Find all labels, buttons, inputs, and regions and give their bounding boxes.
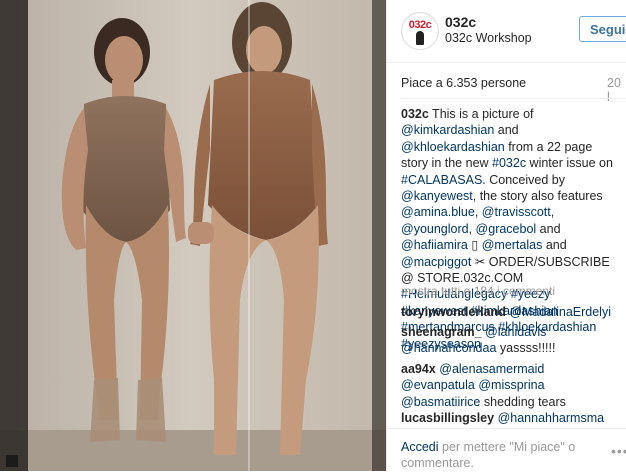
mention-link[interactable]: @gracebol [476,222,537,236]
follow-button[interactable]: Segui [579,16,626,42]
caption-text: , [468,221,476,236]
post-photo [0,0,386,471]
caption-text: ▯ [467,238,482,253]
caption-text: and [536,221,561,236]
mention-link[interactable]: @hannahcondaa [401,341,496,355]
hashtag-link[interactable]: #032c [492,156,526,170]
show-all-comments-link[interactable]: mostra tutti e 184 i commenti [401,284,555,298]
mention-link[interactable]: @missprina [478,378,544,392]
post-sidebar: 032c 032c 032c Workshop Segui Piace a 6.… [386,0,626,471]
caption-text: . Conceived by [482,172,565,187]
mention-link[interactable]: @kimkardashian [401,123,494,137]
comment-username[interactable]: sheenagram_ [401,325,482,339]
post-header: 032c 032c 032c Workshop Segui [387,0,626,63]
corner-mark [6,455,18,467]
mention-link[interactable]: @MadalinaErdelyi [509,305,611,319]
mention-link[interactable]: @mertalas [482,238,543,252]
comment-text: yassss!!!!! [496,341,556,356]
mention-link[interactable]: @alenasamermaid [439,362,544,376]
mention-link[interactable]: @evanpatula [401,378,475,392]
comment-username[interactable]: aa94x [401,362,436,376]
comment-item: lucasbillingsley @hannahharmsma [401,410,617,426]
caption-text: This is a picture of [428,107,534,121]
avatar-figure [416,31,424,45]
avatar-logo-text: 032c [408,19,432,31]
mention-link[interactable]: @hannahharmsma [498,411,605,425]
login-link[interactable]: Accedi [401,440,439,454]
login-prompt: Accedi per mettere "Mi piace" o commenta… [401,439,591,471]
post-footer: Accedi per mettere "Mi piace" o commenta… [387,428,626,472]
mention-link[interactable]: @basmatiirice [401,395,480,409]
caption-text: , the story also features [472,189,603,204]
comment-item: toryinwonderland @MadalinaErdelyi [401,304,617,320]
hashtag-link[interactable]: #CALABASAS [401,173,482,187]
post-time[interactable]: 20 l [607,76,626,104]
photo-illustration [0,0,386,471]
likes-count[interactable]: Piace a 6.353 persone [401,76,526,90]
mention-link[interactable]: @lanidavis [485,325,546,339]
mention-link[interactable]: @khloekardashian [401,140,505,154]
mention-link[interactable]: @amina.blue [401,205,475,219]
caption-text: , [474,205,482,220]
post-location[interactable]: 032c Workshop [445,31,532,45]
comment-username[interactable]: toryinwonderland [401,305,506,319]
caption-text: and [494,123,519,138]
profile-avatar[interactable]: 032c [401,12,439,50]
caption-text: winter issue on [526,156,613,171]
more-options-icon[interactable]: ••• [611,443,626,459]
comment-username[interactable]: lucasbillingsley [401,411,494,425]
mention-link[interactable]: @travisscott [482,205,551,219]
comment-item: sheenagram_ @lanidavis @hannahcondaa yas… [401,324,617,357]
post-username[interactable]: 032c [445,14,476,30]
mention-link[interactable]: @macpiggot [401,255,471,269]
mention-link[interactable]: @kanyewest [401,189,473,203]
comment-item: aa94x @alenasamermaid @evanpatula @missp… [401,361,617,410]
caption-username[interactable]: 032c [401,107,429,121]
divider [401,98,626,99]
mention-link[interactable]: @younglord [401,222,469,236]
comment-text: shedding tears [480,394,566,409]
caption-text: , [550,205,555,220]
likes-row: Piace a 6.353 persone 20 l [401,76,626,104]
mention-link[interactable]: @hafiiamira [401,238,468,252]
caption-text: and [542,238,567,253]
